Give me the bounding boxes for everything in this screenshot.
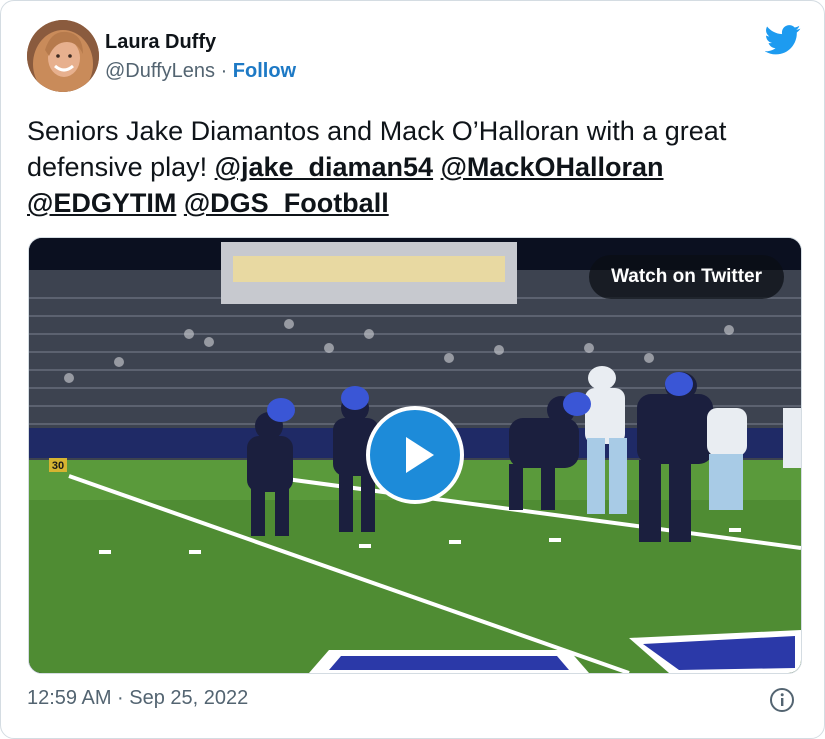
- mention-dgs-football[interactable]: @DGS_Football: [184, 188, 389, 218]
- follow-button[interactable]: Follow: [233, 60, 296, 82]
- separator: ·: [220, 60, 228, 82]
- play-button[interactable]: [366, 406, 464, 504]
- author-meta: @DuffyLens · Follow: [105, 60, 296, 83]
- yard-marker: 30: [52, 460, 64, 472]
- author-name[interactable]: Laura Duffy: [105, 31, 216, 54]
- tweet-text: Seniors Jake Diamantos and Mack O’Hallor…: [27, 113, 807, 221]
- avatar-photo: [27, 20, 99, 92]
- twitter-bird-icon[interactable]: [764, 25, 801, 55]
- mention-edgytim[interactable]: @EDGYTIM: [27, 188, 176, 218]
- avatar[interactable]: [27, 20, 99, 92]
- video-thumbnail[interactable]: 30 Watch on Twitter: [28, 237, 802, 674]
- mention-mack[interactable]: @MackOHalloran: [441, 152, 664, 182]
- author-handle[interactable]: @DuffyLens: [105, 60, 215, 82]
- tweet-card: Laura Duffy @DuffyLens · Follow Seniors …: [0, 0, 825, 739]
- tweet-timestamp[interactable]: 12:59 AM · Sep 25, 2022: [27, 687, 248, 710]
- watch-on-twitter-button[interactable]: Watch on Twitter: [589, 255, 784, 299]
- mention-jake[interactable]: @jake_diaman54: [215, 152, 433, 182]
- info-icon[interactable]: [769, 687, 795, 713]
- play-icon: [406, 437, 434, 473]
